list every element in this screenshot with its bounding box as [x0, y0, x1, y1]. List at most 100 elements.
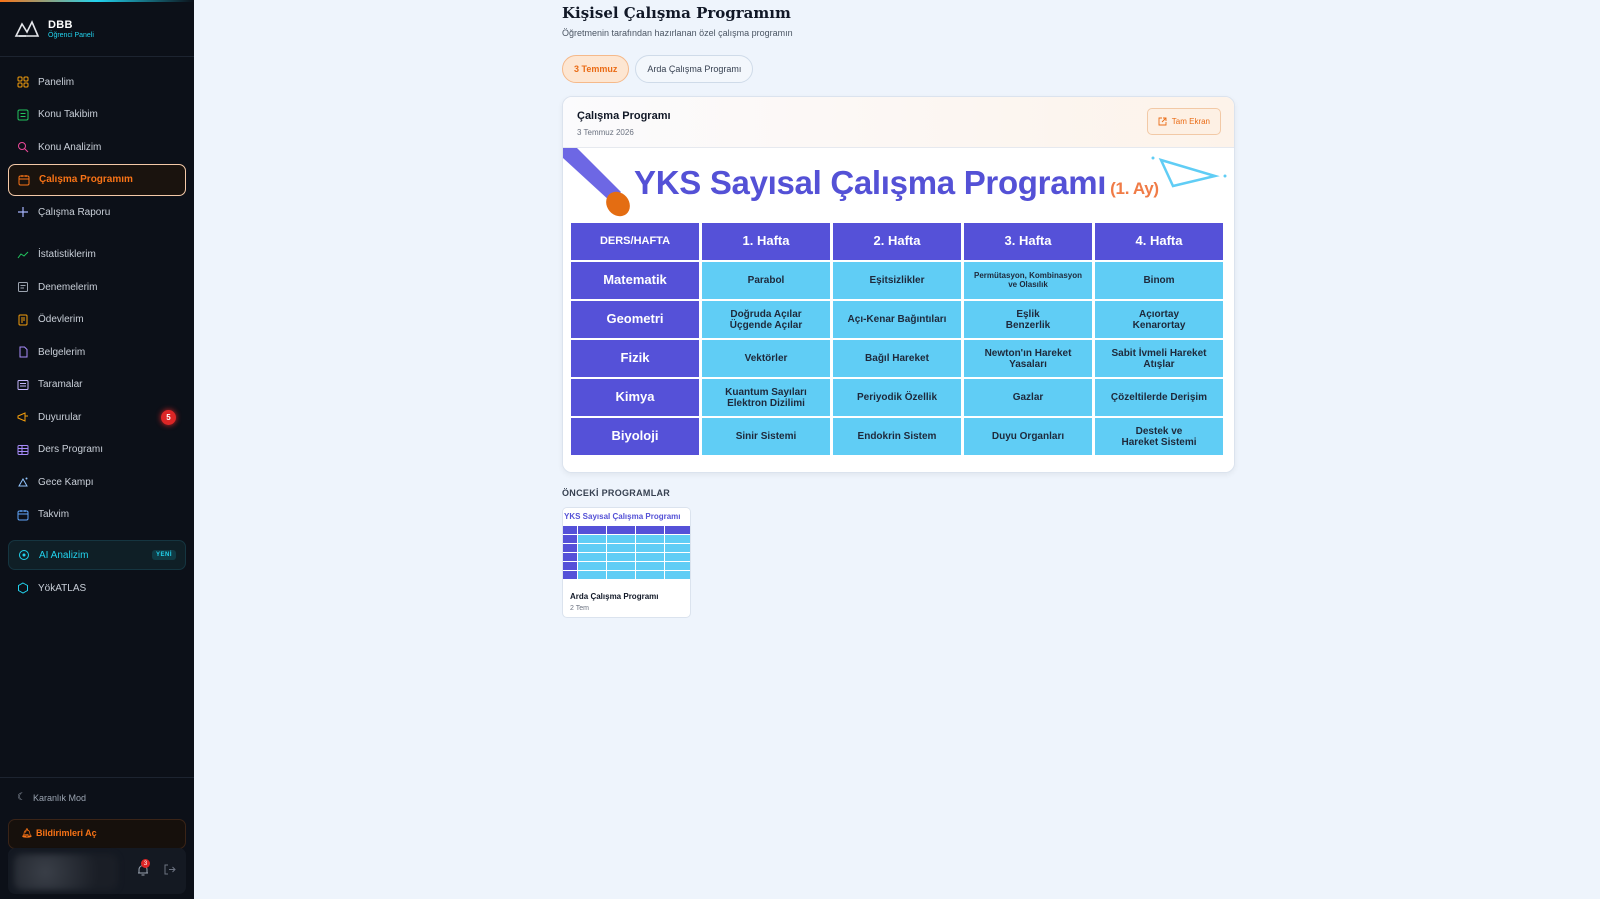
tab-arda-calisma-programi[interactable]: Arda Çalışma Programı — [635, 55, 754, 83]
sidebar-item-yokatlas[interactable]: YökATLAS — [8, 572, 186, 605]
sidebar: DBB Öğrenci Paneli Panelim Konu Takibim … — [0, 0, 194, 899]
moon-icon: ☾ — [17, 792, 26, 803]
shield-icon — [17, 582, 29, 594]
notes-icon — [17, 314, 29, 326]
previous-program-thumbnail: YKS Sayısal Çalışma Programı — [563, 508, 690, 582]
table-cell: Duyu Organları — [964, 418, 1092, 455]
table-cell: Binom — [1095, 262, 1223, 299]
table-cell: Açı-Kenar Bağıntıları — [833, 301, 961, 338]
sidebar-item-odevlerim[interactable]: Ödevlerim — [8, 304, 186, 337]
page-subtitle: Öğretmenin tarafından hazırlanan özel ça… — [562, 28, 793, 38]
sidebar-item-label: Çalışma Raporu — [38, 206, 111, 218]
announcements-badge: 5 — [161, 410, 176, 425]
sidebar-item-istatistiklerim[interactable]: İstatistiklerim — [8, 239, 186, 272]
card-title: Çalışma Programı — [577, 110, 671, 122]
program-tabs: 3 Temmuz Arda Çalışma Programı — [562, 55, 754, 83]
table-cell: Parabol — [702, 262, 830, 299]
sidebar-item-label: Belgelerim — [38, 346, 86, 358]
table-cell: Eşitsizlikler — [833, 262, 961, 299]
sidebar-item-label: Ödevlerim — [38, 314, 84, 326]
table-subject-cell: Fizik — [571, 340, 699, 377]
table-subject-cell: Geometri — [571, 301, 699, 338]
table-subject-cell: Biyoloji — [571, 418, 699, 455]
enable-notifications-label: Bildirimleri Aç — [36, 828, 97, 838]
enable-notifications-button[interactable]: 🔔︎ Bildirimleri Aç — [8, 819, 186, 849]
notification-count-badge: 3 — [141, 859, 150, 868]
thumbnail-table — [563, 526, 690, 579]
table-cell: Bağıl Hareket — [833, 340, 961, 377]
sidebar-item-belgelerim[interactable]: Belgelerim — [8, 336, 186, 369]
table-cell: Gazlar — [964, 379, 1092, 416]
table-cell: Çözeltilerde Derişim — [1095, 379, 1223, 416]
previous-program-date: 2 Tem — [570, 605, 589, 612]
sidebar-item-ai-analizim[interactable]: AI Analizim YENİ — [8, 540, 186, 570]
dark-mode-label: Karanlık Mod — [32, 792, 86, 803]
external-link-icon — [1158, 117, 1167, 126]
previous-program-name: Arda Çalışma Programı — [570, 592, 659, 601]
ai-icon — [18, 549, 30, 561]
sidebar-item-taramalar[interactable]: Taramalar — [8, 369, 186, 402]
megaphone-icon — [17, 411, 29, 423]
checklist-icon — [17, 109, 29, 121]
dark-mode-toggle[interactable]: ☾ Karanlık Mod — [17, 792, 86, 803]
sidebar-item-denemelerim[interactable]: Denemelerim — [8, 271, 186, 304]
grid-icon — [17, 76, 29, 88]
sidebar-item-duyurular[interactable]: Duyurular 5 — [8, 401, 186, 434]
sidebar-item-label: Panelim — [38, 76, 75, 88]
page-title: Kişisel Çalışma Programım — [562, 4, 791, 22]
table-header-cell: 3. Hafta — [964, 223, 1092, 260]
sidebar-item-label: Takvim — [38, 509, 70, 521]
sidebar-nav-extra: AI Analizim YENİ YökATLAS — [8, 540, 186, 605]
doc-icon — [17, 281, 29, 293]
sidebar-item-label: Gece Kampı — [38, 476, 94, 488]
program-card: Çalışma Programı 3 Temmuz 2026 Tam Ekran… — [562, 96, 1235, 473]
card-date: 3 Temmuz 2026 — [577, 128, 634, 137]
table-cell: Destek ve Hareket Sistemi — [1095, 418, 1223, 455]
new-badge: YENİ — [151, 550, 176, 560]
program-image[interactable]: YKS Sayısal Çalışma Programı (1. Ay) DERS… — [563, 148, 1234, 472]
sidebar-item-konu-analizim[interactable]: Konu Analizim — [8, 131, 186, 164]
table-cell: Periyodik Özellik — [833, 379, 961, 416]
sidebar-item-label: Konu Takibim — [38, 109, 98, 121]
fullscreen-label: Tam Ekran — [1171, 117, 1210, 126]
brand[interactable]: DBB Öğrenci Paneli — [14, 18, 94, 40]
table-header-cell: 4. Hafta — [1095, 223, 1223, 260]
sidebar-item-label: Ders Programı — [38, 444, 104, 456]
calendar-icon — [18, 174, 30, 186]
program-title: YKS Sayısal Çalışma Programı (1. Ay) — [634, 164, 1159, 202]
sidebar-item-calisma-raporu[interactable]: Çalışma Raporu — [8, 196, 186, 229]
brand-title: DBB — [48, 19, 73, 31]
user-box: 3 — [8, 848, 186, 894]
table-header-cell: 1. Hafta — [702, 223, 830, 260]
sidebar-item-ders-programi[interactable]: Ders Programı — [8, 434, 186, 467]
divider — [0, 56, 194, 57]
sidebar-item-label: Duyurular — [38, 411, 82, 423]
sidebar-item-panelim[interactable]: Panelim — [8, 66, 186, 99]
fullscreen-button[interactable]: Tam Ekran — [1146, 108, 1221, 135]
table-cell: Doğruda Açılar Üçgende Açılar — [702, 301, 830, 338]
sidebar-item-calisma-programim[interactable]: Çalışma Programım — [8, 163, 186, 196]
divider — [0, 777, 194, 778]
sidebar-item-takvim[interactable]: Takvim — [8, 499, 186, 532]
tab-3-temmuz[interactable]: 3 Temmuz — [562, 55, 630, 83]
table-cell: Açıortay Kenarortay — [1095, 301, 1223, 338]
sidebar-nav: Panelim Konu Takibim Konu Analizim Çalış… — [8, 66, 186, 531]
avatar[interactable] — [14, 854, 118, 890]
table-cell: Kuantum Sayıları Elektron Dizilimi — [702, 379, 830, 416]
calendar-icon — [17, 509, 29, 521]
logout-icon[interactable] — [163, 863, 176, 876]
card-header: Çalışma Programı 3 Temmuz 2026 Tam Ekran — [563, 97, 1234, 148]
sidebar-item-gece-kampi[interactable]: Gece Kampı — [8, 466, 186, 499]
bell-icon: 🔔︎ — [21, 828, 33, 838]
sidebar-item-label: Taramalar — [38, 379, 83, 391]
plus-icon — [17, 206, 29, 218]
thumbnail-title: YKS Sayısal Çalışma Programı — [564, 512, 681, 521]
program-title-text: YKS Sayısal Çalışma Programı — [634, 164, 1107, 201]
sidebar-item-konu-takibim[interactable]: Konu Takibim — [8, 99, 186, 132]
table-cell: Sinir Sistemi — [702, 418, 830, 455]
scan-icon — [17, 379, 29, 391]
table-cell: Vektörler — [702, 340, 830, 377]
table-header-cell: 2. Hafta — [833, 223, 961, 260]
table-cell: Eşlik Benzerlik — [964, 301, 1092, 338]
previous-program-card[interactable]: YKS Sayısal Çalışma Programı Arda Çalışm… — [562, 507, 691, 618]
